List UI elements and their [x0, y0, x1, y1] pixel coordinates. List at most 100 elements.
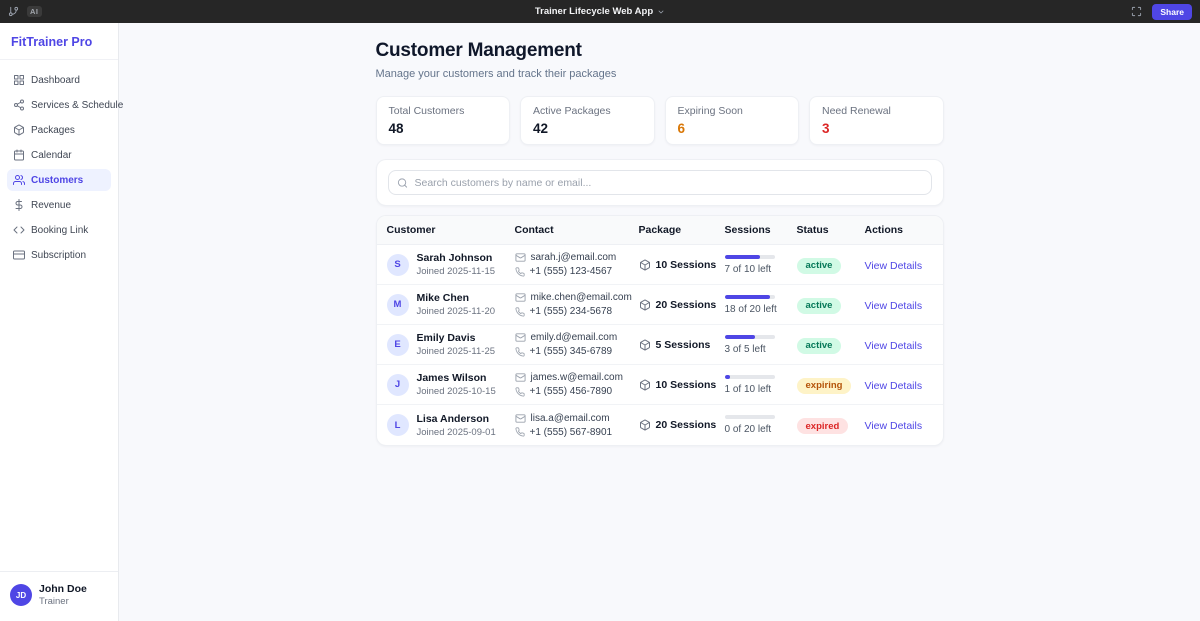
fullscreen-icon[interactable]: [1131, 6, 1142, 17]
sessions-progress-bar: [725, 415, 775, 419]
customer-name: Sarah Johnson: [417, 252, 496, 264]
app-title-menu[interactable]: Trainer Lifecycle Web App: [168, 6, 1032, 17]
user-role: Trainer: [39, 596, 87, 607]
package-icon: [639, 299, 651, 311]
packages-icon: [13, 124, 25, 136]
topbar-left: AI: [8, 6, 168, 17]
column-header-actions: Actions: [865, 224, 935, 236]
phone-icon: [515, 307, 525, 317]
column-header-customer: Customer: [387, 224, 515, 236]
sidebar-item-dashboard[interactable]: Dashboard: [7, 69, 111, 91]
table-header: Customer Contact Package Sessions Status…: [377, 216, 943, 245]
sidebar-item-label: Booking Link: [31, 225, 88, 236]
sidebar-item-label: Services & Schedule: [31, 100, 123, 111]
sidebar-user: JD John Doe Trainer: [0, 571, 118, 621]
search-card: [376, 159, 944, 206]
customer-phone: +1 (555) 345-6789: [530, 346, 613, 357]
stat-label: Expiring Soon: [678, 105, 787, 117]
column-header-contact: Contact: [515, 224, 639, 236]
customer-avatar: L: [387, 414, 409, 436]
stat-value: 42: [533, 121, 642, 136]
sidebar-item-label: Revenue: [31, 200, 71, 211]
package-name: 10 Sessions: [656, 259, 717, 271]
view-details-link[interactable]: View Details: [865, 340, 923, 352]
customer-email: emily.d@email.com: [531, 332, 618, 343]
sidebar-item-booking-link[interactable]: Booking Link: [7, 219, 111, 241]
git-branch-icon[interactable]: [8, 6, 19, 17]
customer-email: mike.chen@email.com: [531, 292, 632, 303]
share-button[interactable]: Share: [1152, 4, 1192, 20]
view-details-link[interactable]: View Details: [865, 380, 923, 392]
ai-badge: AI: [27, 6, 42, 17]
customer-joined-date: Joined 2025-11-20: [417, 306, 496, 317]
calendar-icon: [13, 149, 25, 161]
sidebar-item-label: Dashboard: [31, 75, 80, 86]
sidebar-item-label: Subscription: [31, 250, 86, 261]
app-title: Trainer Lifecycle Web App: [535, 6, 653, 17]
sessions-progress-bar: [725, 375, 775, 379]
table-row: S Sarah Johnson Joined 2025-11-15 sarah.…: [377, 245, 943, 285]
revenue-icon: [13, 199, 25, 211]
customer-avatar: S: [387, 254, 409, 276]
customer-avatar: E: [387, 334, 409, 356]
customer-name: Mike Chen: [417, 292, 496, 304]
sidebar-item-packages[interactable]: Packages: [7, 119, 111, 141]
sessions-remaining: 0 of 20 left: [725, 424, 797, 435]
table-row: J James Wilson Joined 2025-10-15 james.w…: [377, 365, 943, 405]
package-name: 5 Sessions: [656, 339, 711, 351]
stat-card-active-packages: Active Packages 42: [520, 96, 655, 145]
phone-icon: [515, 427, 525, 437]
sidebar-item-subscription[interactable]: Subscription: [7, 244, 111, 266]
dashboard-icon: [13, 74, 25, 86]
stat-card-need-renewal: Need Renewal 3: [809, 96, 944, 145]
customer-email: james.w@email.com: [531, 372, 623, 383]
sidebar-item-services-schedule[interactable]: Services & Schedule: [7, 94, 111, 116]
customer-email: lisa.a@email.com: [531, 413, 610, 424]
package-icon: [639, 379, 651, 391]
stat-label: Active Packages: [533, 105, 642, 117]
status-badge: expiring: [797, 378, 852, 394]
package-icon: [639, 339, 651, 351]
search-input[interactable]: [388, 170, 932, 195]
sessions-remaining: 3 of 5 left: [725, 344, 797, 355]
chevron-down-icon: [657, 8, 665, 16]
stat-value: 48: [389, 121, 498, 136]
mail-icon: [515, 252, 526, 263]
mail-icon: [515, 332, 526, 343]
view-details-link[interactable]: View Details: [865, 420, 923, 432]
stat-card-total-customers: Total Customers 48: [376, 96, 511, 145]
sidebar-item-calendar[interactable]: Calendar: [7, 144, 111, 166]
phone-icon: [515, 387, 525, 397]
main-area: Customer Management Manage your customer…: [119, 0, 1200, 621]
customer-name: James Wilson: [417, 372, 496, 384]
search-icon: [397, 177, 408, 188]
sidebar-item-revenue[interactable]: Revenue: [7, 194, 111, 216]
stat-value: 3: [822, 121, 931, 136]
status-badge: active: [797, 258, 842, 274]
topbar-right: Share: [1032, 4, 1192, 20]
mail-icon: [515, 413, 526, 424]
brand-logo: FitTrainer Pro: [0, 23, 118, 60]
customer-avatar: J: [387, 374, 409, 396]
booking-link-icon: [13, 224, 25, 236]
mail-icon: [515, 372, 526, 383]
view-details-link[interactable]: View Details: [865, 260, 923, 272]
column-header-sessions: Sessions: [725, 224, 797, 236]
sessions-remaining: 1 of 10 left: [725, 384, 797, 395]
stats-row: Total Customers 48 Active Packages 42 Ex…: [376, 96, 944, 145]
customer-joined-date: Joined 2025-11-25: [417, 346, 496, 357]
stat-label: Total Customers: [389, 105, 498, 117]
package-name: 20 Sessions: [656, 299, 717, 311]
sessions-remaining: 18 of 20 left: [725, 304, 797, 315]
table-row: E Emily Davis Joined 2025-11-25 emily.d@…: [377, 325, 943, 365]
view-details-link[interactable]: View Details: [865, 300, 923, 312]
user-name: John Doe: [39, 583, 87, 595]
sessions-progress-bar: [725, 255, 775, 259]
sessions-progress-bar: [725, 295, 775, 299]
sidebar: FitTrainer Pro Dashboard Services & Sche…: [0, 23, 119, 621]
customer-avatar: M: [387, 294, 409, 316]
package-icon: [639, 419, 651, 431]
sidebar-item-customers[interactable]: Customers: [7, 169, 111, 191]
table-row: L Lisa Anderson Joined 2025-09-01 lisa.a…: [377, 405, 943, 445]
topbar: AI Trainer Lifecycle Web App Share: [0, 0, 1200, 23]
